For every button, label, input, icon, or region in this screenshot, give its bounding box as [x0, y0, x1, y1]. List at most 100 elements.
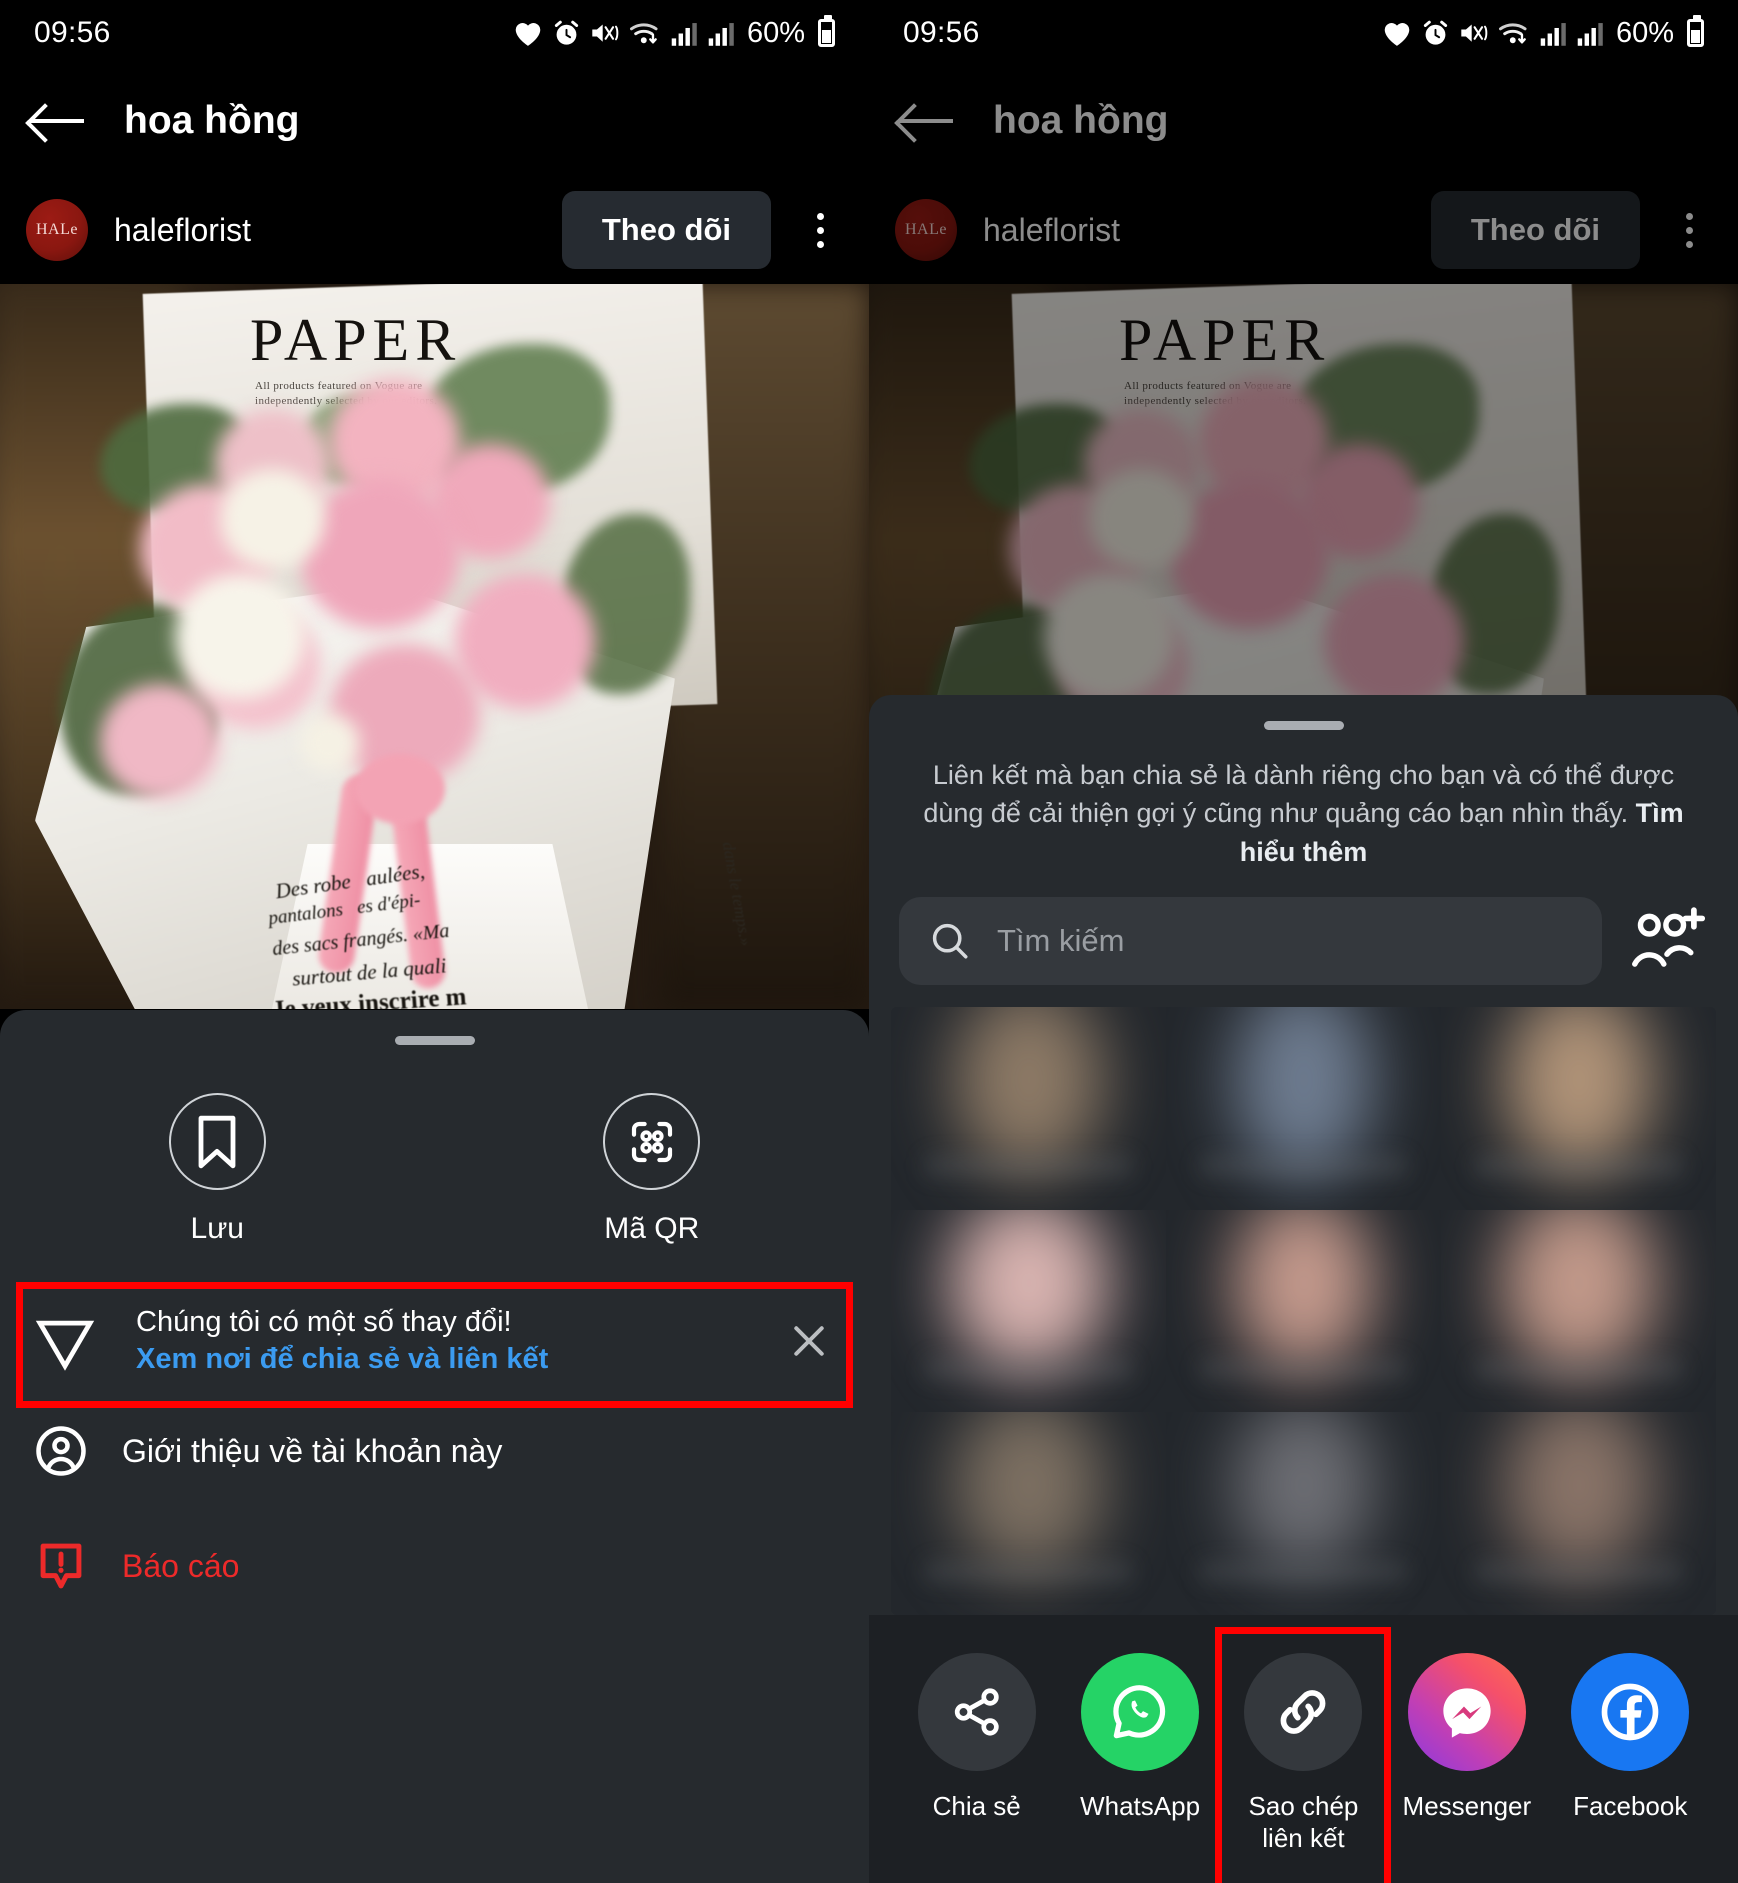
- contacts-grid[interactable]: [891, 1006, 1716, 1615]
- share-target-label: Messenger: [1402, 1791, 1532, 1821]
- report-icon: [40, 1543, 82, 1589]
- status-icon-group: 60%: [513, 15, 835, 50]
- quick-actions-row: Lưu Mã QR: [0, 1093, 869, 1246]
- signal-icon: [671, 22, 697, 46]
- whatsapp-icon: [1081, 1653, 1200, 1771]
- share-target-whatsapp[interactable]: WhatsApp: [1066, 1653, 1214, 1823]
- status-clock: 09:56: [34, 16, 111, 49]
- battery-percent-label: 60%: [1615, 16, 1674, 49]
- action-qr[interactable]: Mã QR: [435, 1093, 870, 1246]
- magazine-title: PAPER: [250, 307, 462, 373]
- share-target-label: WhatsApp: [1080, 1791, 1201, 1821]
- menu-item-report[interactable]: Báo cáo: [0, 1508, 869, 1624]
- wifi-icon: [1498, 22, 1527, 44]
- contact-item[interactable]: [1166, 1412, 1441, 1615]
- wifi-icon: [629, 22, 658, 44]
- signal-icon-2: [708, 22, 734, 46]
- status-icon-group: 60%: [1382, 15, 1704, 50]
- flower: [100, 684, 220, 799]
- close-icon[interactable]: [783, 1315, 835, 1367]
- left-phone-screen: 09:56 60% hoa hồng HALe haleflorist Theo…: [0, 0, 869, 1883]
- alarm-icon: [554, 20, 579, 45]
- username-label[interactable]: haleflorist: [114, 212, 536, 249]
- right-phone-screen: 09:56 60% hoa hồng HALe haleflorist Theo…: [869, 0, 1738, 1883]
- alarm-icon: [1423, 20, 1448, 45]
- contact-item[interactable]: [891, 1006, 1166, 1210]
- follow-button[interactable]: Theo dõi: [1430, 191, 1640, 269]
- mute-vibrate-icon: [1461, 24, 1488, 42]
- contact-item[interactable]: [1441, 1412, 1716, 1615]
- profile-row: HALe haleflorist Theo dõi: [869, 176, 1738, 284]
- share-target-copy-link[interactable]: Sao chép liên kết: [1215, 1627, 1392, 1883]
- search-icon: [932, 923, 968, 959]
- share-target-label: Chia sẻ: [932, 1791, 1021, 1821]
- share-note: Liên kết mà bạn chia sẻ là dành riêng ch…: [869, 730, 1738, 871]
- share-target-label: Sao chép liên kết: [1248, 1791, 1359, 1853]
- mute-vibrate-icon: [592, 24, 619, 42]
- share-targets-row: Chia sẻ WhatsApp Sao chép liên kết Messe…: [869, 1615, 1738, 1883]
- link-icon: [1244, 1653, 1363, 1771]
- avatar[interactable]: HALe: [26, 199, 88, 261]
- notice-texts: Chúng tôi có một số thay đổi! Xem nơi để…: [136, 1306, 743, 1376]
- contact-item[interactable]: [891, 1209, 1166, 1413]
- menu-item-about-account-label: Giới thiệu về tài khoản này: [122, 1432, 503, 1469]
- avatar[interactable]: HALe: [895, 199, 957, 261]
- sheet-drag-handle[interactable]: [1263, 721, 1344, 730]
- back-arrow-icon[interactable]: [30, 101, 86, 141]
- share-nodes-icon: [917, 1653, 1036, 1771]
- flower: [1169, 479, 1329, 629]
- paper-plane-icon: [35, 1320, 95, 1371]
- search-placeholder: Tìm kiếm: [997, 922, 1125, 958]
- app-bar: hoa hồng: [0, 66, 869, 176]
- contact-item[interactable]: [891, 1412, 1166, 1615]
- profile-row: HALe haleflorist Theo dõi: [0, 176, 869, 284]
- notice-banner[interactable]: Chúng tôi có một số thay đổi! Xem nơi để…: [0, 1290, 869, 1394]
- contact-item[interactable]: [1441, 1006, 1716, 1210]
- dual-screenshot-container: 09:56 60% hoa hồng HALe haleflorist Theo…: [0, 0, 1738, 1883]
- account-circle-icon: [36, 1426, 86, 1476]
- search-input[interactable]: Tìm kiếm: [899, 896, 1602, 985]
- magazine-title: PAPER: [1119, 307, 1331, 373]
- flower-white: [175, 574, 305, 699]
- heart-icon: [1384, 22, 1410, 46]
- ribbon: [355, 754, 445, 824]
- contact-item[interactable]: [1166, 1006, 1441, 1210]
- app-bar: hoa hồng: [869, 66, 1738, 176]
- notice-link[interactable]: Xem nơi để chia sẻ và liên kết: [136, 1343, 743, 1376]
- notice-banner-wrapper: Chúng tôi có một số thay đổi! Xem nơi để…: [0, 1282, 869, 1408]
- flower-white: [1044, 574, 1174, 699]
- action-save[interactable]: Lưu: [0, 1093, 435, 1246]
- sheet-drag-handle[interactable]: [394, 1036, 475, 1045]
- share-target-label: Facebook: [1573, 1791, 1688, 1821]
- status-bar: 09:56 60%: [869, 0, 1738, 66]
- page-title: hoa hồng: [124, 99, 300, 142]
- follow-button[interactable]: Theo dõi: [561, 191, 771, 269]
- share-target-chia-se[interactable]: Chia sẻ: [903, 1653, 1051, 1823]
- flower: [455, 574, 595, 709]
- contact-item[interactable]: [1441, 1209, 1716, 1413]
- share-target-facebook[interactable]: Facebook: [1556, 1653, 1704, 1823]
- qr-code-icon: [603, 1093, 701, 1190]
- username-label[interactable]: haleflorist: [983, 212, 1405, 249]
- signal-icon: [1540, 22, 1566, 46]
- action-qr-label: Mã QR: [604, 1212, 700, 1245]
- menu-item-report-label: Báo cáo: [122, 1547, 240, 1584]
- search-row: Tìm kiếm: [869, 871, 1738, 985]
- flower: [1324, 574, 1464, 709]
- status-clock: 09:56: [903, 16, 980, 49]
- notice-title: Chúng tôi có một số thay đổi!: [136, 1306, 512, 1338]
- share-note-text: Liên kết mà bạn chia sẻ là dành riêng ch…: [923, 760, 1675, 829]
- battery-percent-label: 60%: [746, 16, 805, 49]
- status-bar: 09:56 60%: [0, 0, 869, 66]
- post-photo[interactable]: PAPER All products featured on Vogue are…: [0, 284, 869, 1009]
- share-bottom-sheet: Liên kết mà bạn chia sẻ là dành riêng ch…: [869, 695, 1738, 1883]
- flower-white: [220, 469, 325, 569]
- back-arrow-icon[interactable]: [899, 101, 955, 141]
- flower-white: [300, 714, 360, 772]
- add-person-icon[interactable]: [1630, 906, 1708, 976]
- kebab-menu-icon[interactable]: [1666, 212, 1712, 248]
- kebab-menu-icon[interactable]: [797, 212, 843, 248]
- contact-item[interactable]: [1166, 1209, 1441, 1413]
- share-target-messenger[interactable]: Messenger: [1393, 1653, 1541, 1823]
- menu-item-about-account[interactable]: Giới thiệu về tài khoản này: [0, 1394, 869, 1508]
